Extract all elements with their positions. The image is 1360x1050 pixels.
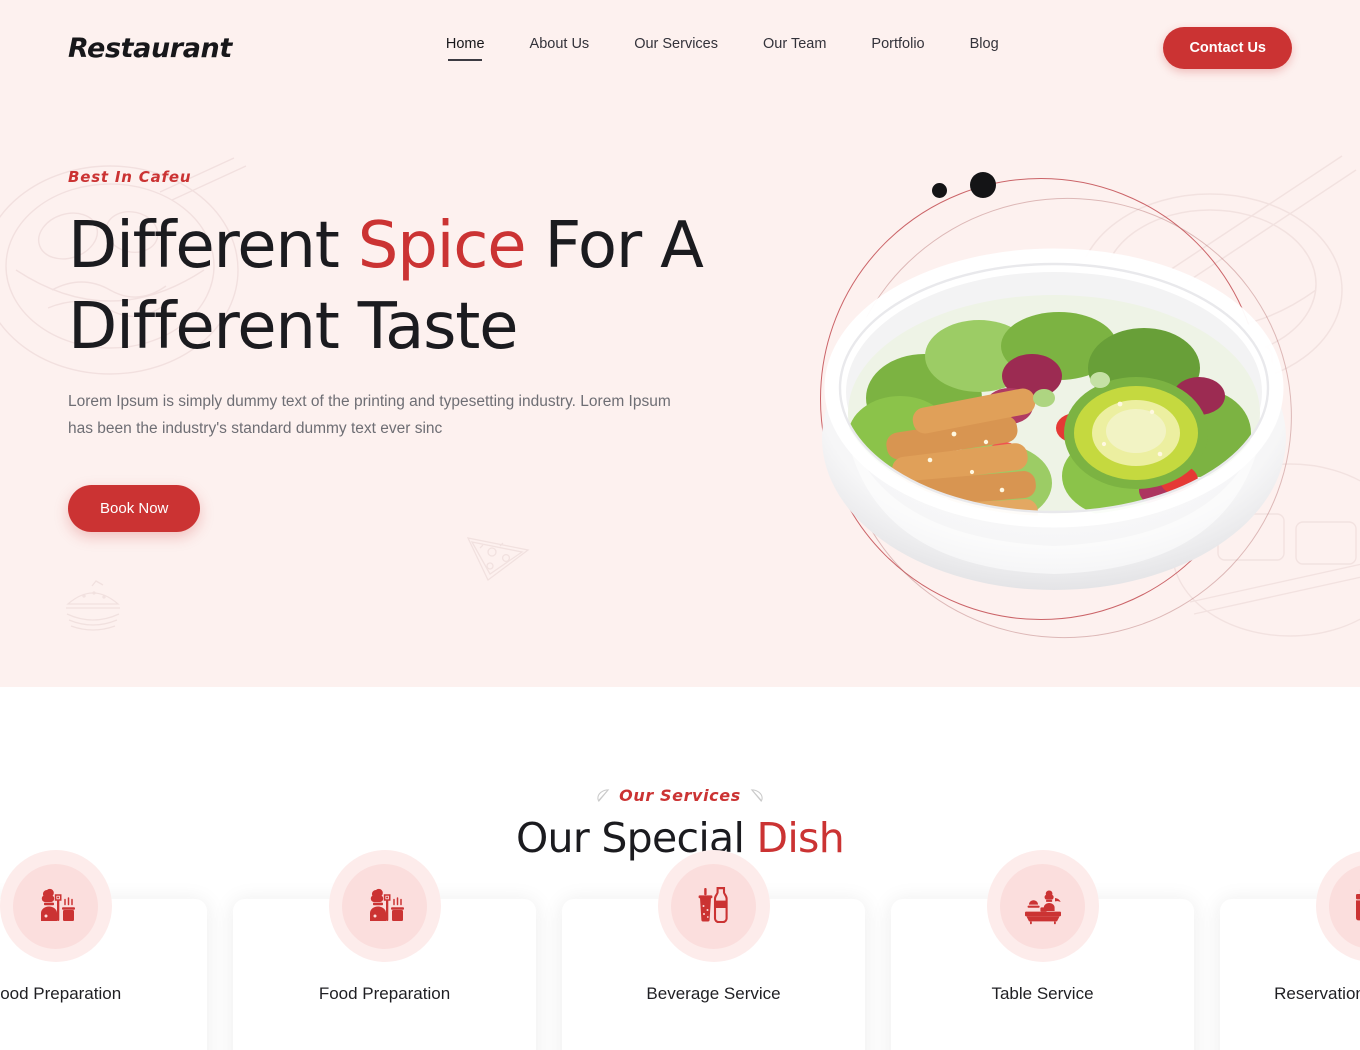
icon-inner [1329,863,1360,949]
icon-inner [671,863,756,949]
service-card[interactable]: Table Service [891,850,1194,1050]
icon-inner [1000,863,1085,949]
service-card[interactable]: Food Preparation [233,850,536,1050]
nav-item-home[interactable]: Home [446,36,485,61]
buffet-table-icon [1024,890,1061,925]
nav-item-our-team[interactable]: Our Team [763,36,826,61]
contact-us-button[interactable]: Contact Us [1163,27,1292,69]
services-eyebrow: Our Services [0,786,1360,805]
book-now-button[interactable]: Book Now [68,484,201,532]
hero-body: Best In Cafeu Different Spice For A Diff… [0,96,1360,532]
site-logo[interactable]: Restaurant [68,33,232,64]
nav-links: Home About Us Our Services Our Team Port… [446,36,999,61]
service-card-label: Food Preparation [318,984,451,1003]
icon-ring [986,850,1099,962]
main-navigation: Restaurant Home About Us Our Services Ou… [0,0,1360,96]
drinks-icon [698,886,728,924]
service-card[interactable]: Food Preparation [0,850,207,1050]
nav-item-portfolio[interactable]: Portfolio [871,36,924,61]
service-card[interactable]: Beverage Service [562,850,865,1050]
services-title: Our Special Dish [0,814,1360,862]
services-section: Our Services Our Special Dish Food Prepa… [0,687,1360,1050]
hero-description: Lorem Ipsum is simply dummy text of the … [68,393,671,437]
hero-title: Different Spice For A Different Taste [68,206,708,367]
service-card-label: Table Service [991,984,1094,1003]
nav-item-about-us[interactable]: About Us [530,36,590,61]
nav-item-our-services[interactable]: Our Services [634,36,718,61]
leaf-icon-right [750,789,763,803]
icon-ring [328,850,441,962]
nav-item-blog[interactable]: Blog [970,36,999,61]
icon-ring [1315,850,1360,962]
hero-section: Restaurant Home About Us Our Services Ou… [0,0,1360,687]
services-card-carousel[interactable]: Food Preparation Food Preparation Bevera… [0,850,1360,1050]
burger-line-art-watermark [66,580,120,631]
services-eyebrow-text: Our Services [619,786,741,805]
icon-ring [0,850,112,962]
service-card-label: Food Preparation [0,984,122,1003]
service-card[interactable]: Reservation Management [1220,850,1360,1050]
calendar-clock-icon [1355,888,1360,921]
icon-inner [13,863,98,949]
hero-title-part1: Different [68,209,358,283]
icon-ring [657,850,770,962]
icon-inner [342,863,427,949]
service-card-label: Reservation Management [1274,984,1360,1003]
chef-cooking-icon [40,888,75,921]
chef-cooking-icon [369,888,404,921]
hero-eyebrow: Best In Cafeu [68,168,192,186]
service-card-label: Beverage Service [646,984,781,1003]
hero-text-block: Best In Cafeu Different Spice For A Diff… [68,96,708,532]
hero-title-accent: Spice [357,209,527,283]
services-title-accent: Dish [756,814,845,862]
leaf-icon-left [597,789,610,803]
pizza-slice-line-art-watermark [466,537,530,581]
